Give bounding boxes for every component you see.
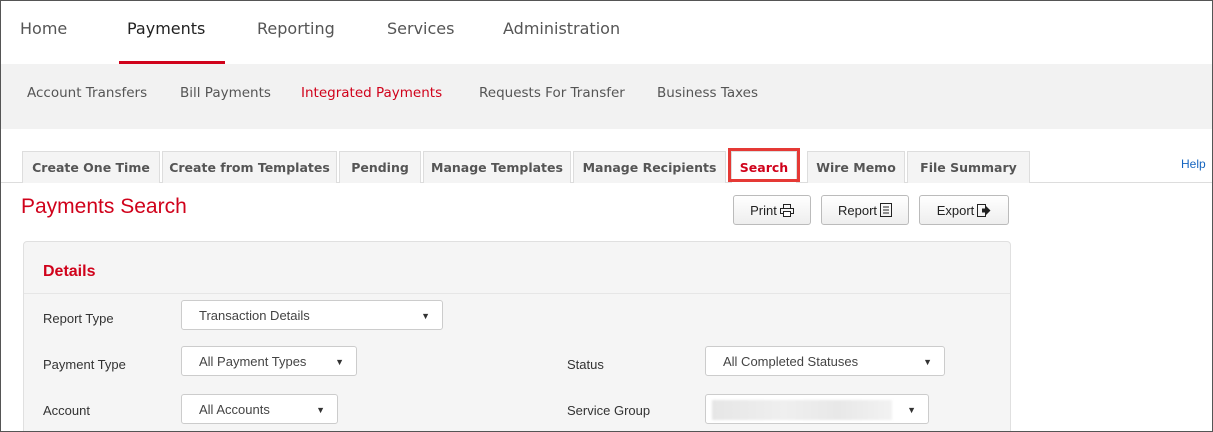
help-link[interactable]: Help — [1181, 157, 1206, 171]
account-label: Account — [43, 403, 90, 418]
status-value: All Completed Statuses — [723, 353, 859, 369]
chevron-down-icon: ▼ — [907, 405, 916, 415]
payment-type-label: Payment Type — [43, 357, 126, 372]
account-value: All Accounts — [199, 401, 270, 417]
chevron-down-icon: ▼ — [335, 357, 344, 367]
report-type-value: Transaction Details — [199, 307, 310, 323]
top-nav: Home Payments Reporting Services Adminis… — [1, 1, 1212, 64]
page-title: Payments Search — [21, 195, 187, 218]
report-button[interactable]: Report — [821, 195, 909, 225]
app-window: Home Payments Reporting Services Adminis… — [0, 0, 1213, 432]
top-nav-payments[interactable]: Payments — [127, 19, 205, 38]
service-group-label: Service Group — [567, 403, 651, 418]
payment-type-select[interactable]: All Payment Types ▼ — [181, 346, 357, 376]
top-nav-administration[interactable]: Administration — [503, 19, 620, 38]
tab-wire-memo[interactable]: Wire Memo — [807, 151, 905, 183]
report-button-label: Report — [837, 202, 878, 218]
tab-bar: Create One Time Create from Templates Pe… — [1, 151, 1212, 183]
export-button[interactable]: Export — [919, 195, 1009, 225]
export-button-label: Export — [936, 202, 975, 218]
sub-nav-account-transfers[interactable]: Account Transfers — [27, 85, 147, 101]
payment-type-value: All Payment Types — [199, 353, 307, 369]
sub-nav-bill-payments[interactable]: Bill Payments — [180, 85, 271, 101]
tab-manage-recipients[interactable]: Manage Recipients — [573, 151, 726, 183]
tab-create-from-templates[interactable]: Create from Templates — [162, 151, 337, 183]
sub-nav-integrated-payments[interactable]: Integrated Payments — [301, 85, 442, 101]
chevron-down-icon: ▼ — [923, 357, 932, 367]
tab-search[interactable]: Search — [731, 151, 797, 183]
status-select[interactable]: All Completed Statuses ▼ — [705, 346, 945, 376]
tab-pending[interactable]: Pending — [339, 151, 421, 183]
details-divider — [24, 293, 1010, 294]
sub-nav: Account Transfers Bill Payments Integrat… — [1, 64, 1212, 129]
report-type-select[interactable]: Transaction Details ▼ — [181, 300, 443, 330]
sub-nav-requests-for-transfer[interactable]: Requests For Transfer — [479, 85, 625, 101]
sub-nav-business-taxes[interactable]: Business Taxes — [657, 85, 758, 101]
document-icon — [880, 203, 893, 217]
top-nav-home[interactable]: Home — [20, 19, 67, 38]
details-heading: Details — [43, 263, 96, 280]
top-nav-services[interactable]: Services — [387, 19, 454, 38]
redacted-value — [712, 400, 892, 420]
export-icon — [977, 203, 991, 217]
report-type-label: Report Type — [43, 311, 114, 326]
account-select[interactable]: All Accounts ▼ — [181, 394, 338, 424]
tab-file-summary[interactable]: File Summary — [907, 151, 1030, 183]
tab-manage-templates[interactable]: Manage Templates — [423, 151, 571, 183]
top-nav-reporting[interactable]: Reporting — [257, 19, 335, 38]
printer-icon — [779, 203, 794, 217]
chevron-down-icon: ▼ — [316, 405, 325, 415]
service-group-select[interactable]: ▼ — [705, 394, 929, 424]
status-label: Status — [567, 357, 604, 372]
tab-create-one-time[interactable]: Create One Time — [22, 151, 160, 183]
chevron-down-icon: ▼ — [421, 311, 430, 321]
print-button[interactable]: Print — [733, 195, 811, 225]
print-button-label: Print — [750, 202, 777, 218]
